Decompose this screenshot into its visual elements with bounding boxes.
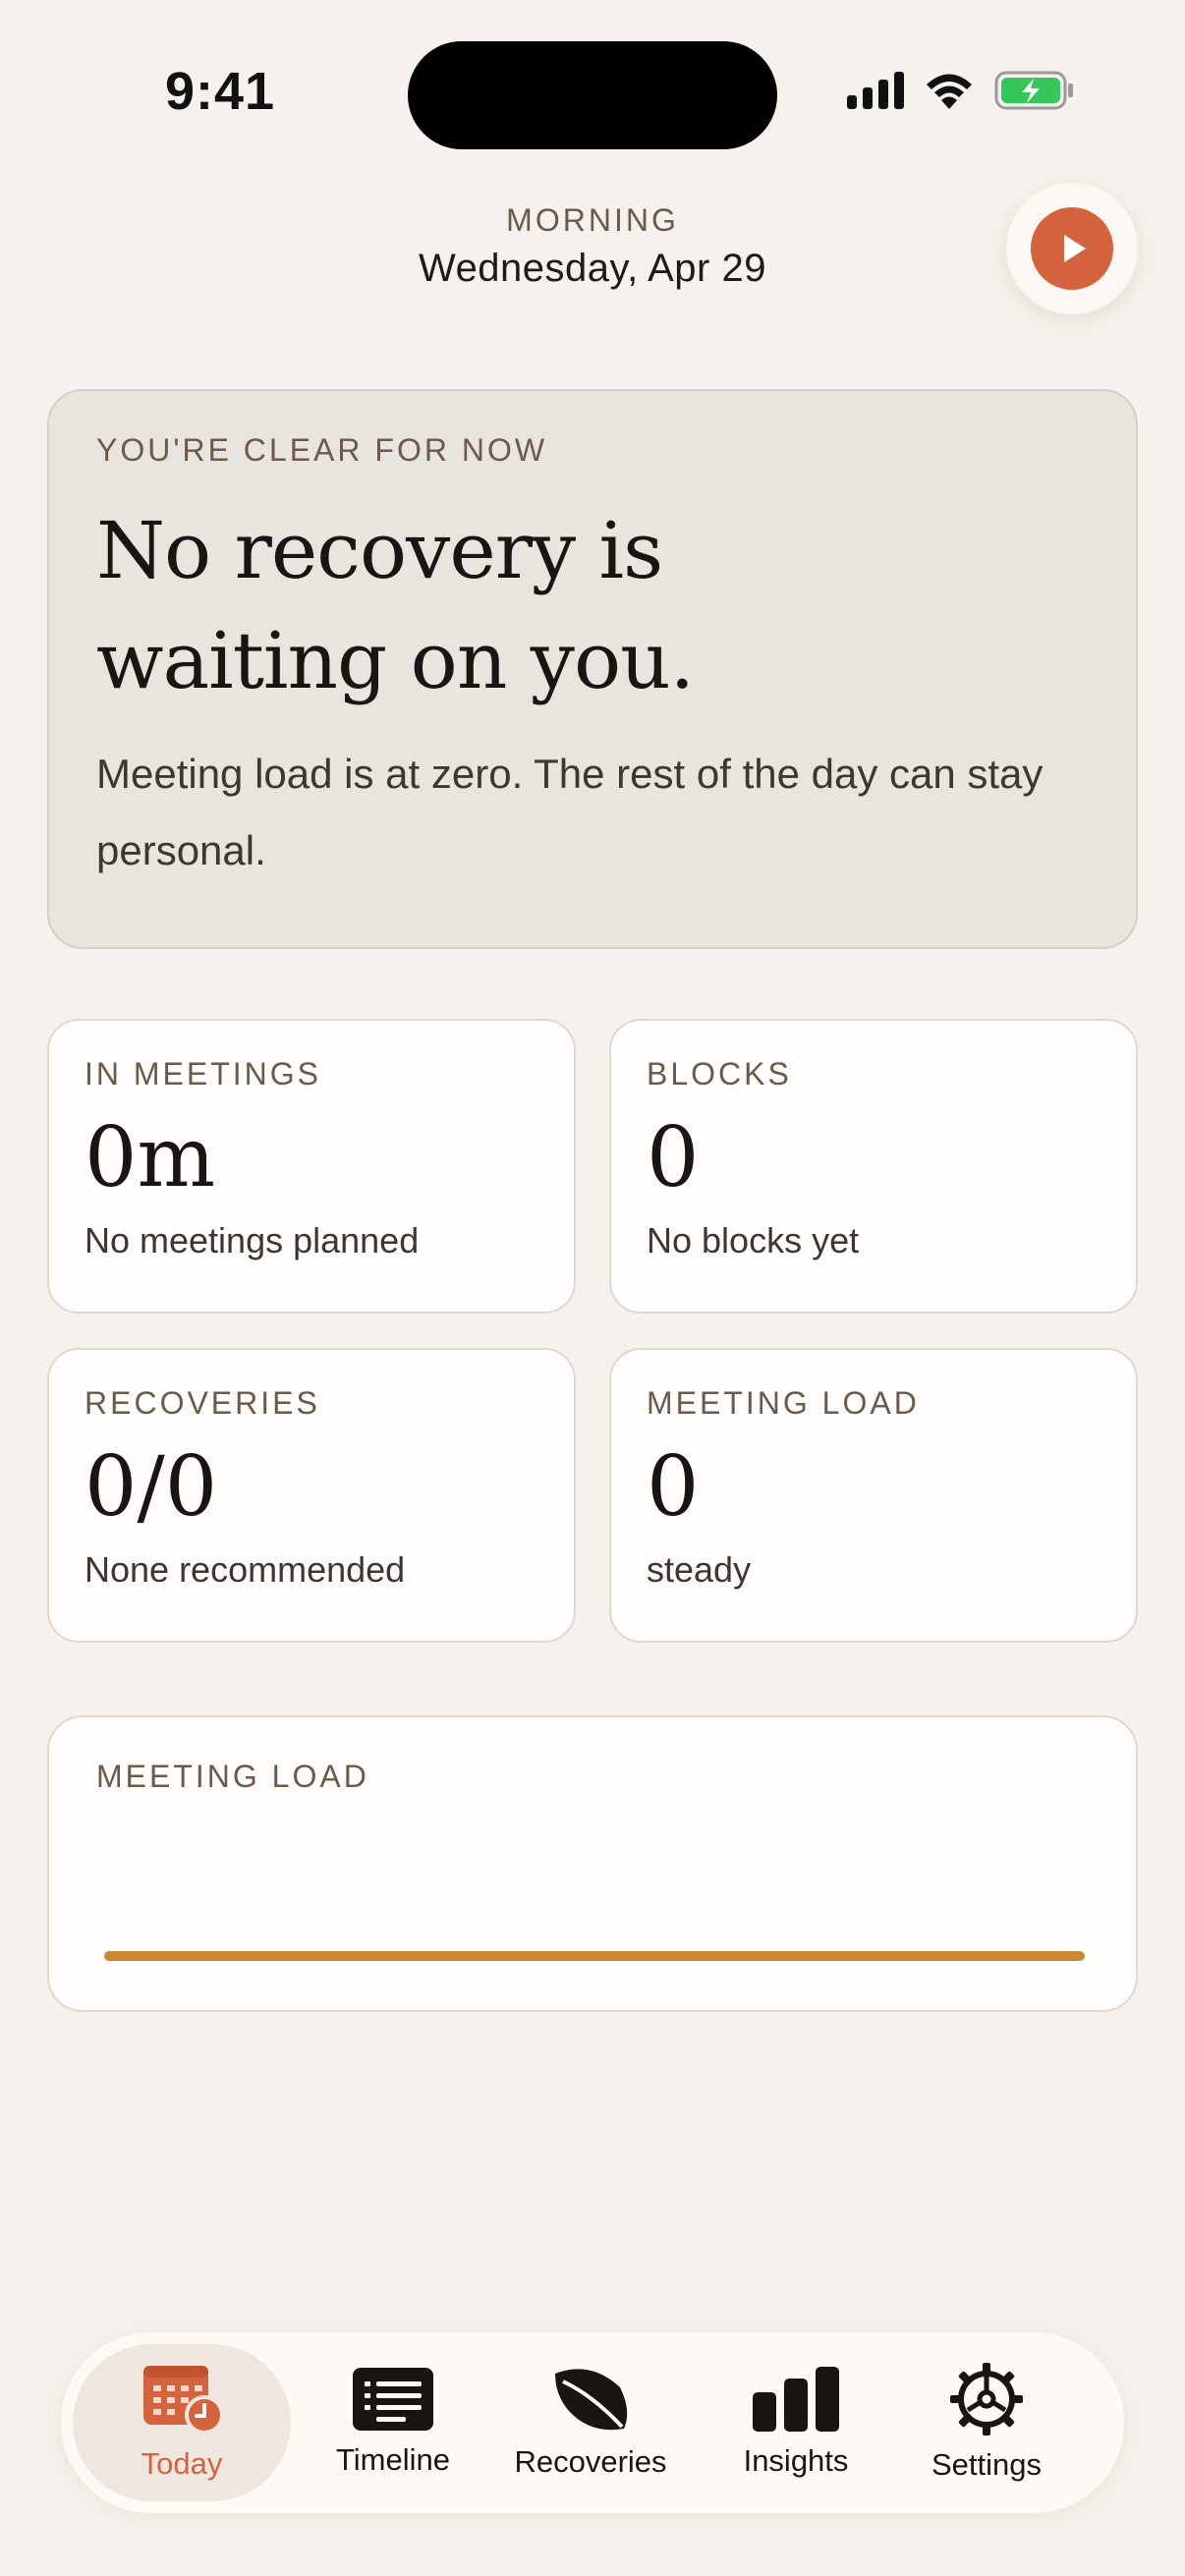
tab-insights[interactable]: Insights: [705, 2344, 886, 2501]
stat-subtitle: steady: [647, 1549, 752, 1590]
tab-timeline[interactable]: Timeline: [301, 2344, 485, 2501]
status-icons: [847, 71, 1075, 110]
status-hero-card: YOU'RE CLEAR FOR NOW No recovery is wait…: [47, 389, 1138, 949]
tab-label: Timeline: [336, 2442, 450, 2477]
stat-card-meeting-load[interactable]: MEETING LOAD 0 steady: [609, 1348, 1138, 1643]
dynamic-island: [408, 41, 777, 149]
meeting-load-line: [104, 1951, 1085, 1961]
stat-subtitle: No blocks yet: [647, 1220, 860, 1260]
meeting-load-label: MEETING LOAD: [96, 1759, 369, 1794]
stat-value: 0m: [85, 1109, 216, 1205]
stat-card-recoveries[interactable]: RECOVERIES 0/0 None recommended: [47, 1348, 576, 1643]
stat-subtitle: No meetings planned: [85, 1220, 420, 1260]
tab-recoveries[interactable]: Recoveries: [485, 2344, 696, 2501]
tab-label: Insights: [743, 2443, 849, 2478]
list-icon: [353, 2368, 433, 2431]
tab-label: Recoveries: [514, 2444, 667, 2479]
hero-eyebrow: YOU'RE CLEAR FOR NOW: [96, 432, 548, 468]
tab-bar: Today Timeline Recoveries Insights Setti…: [61, 2332, 1124, 2513]
stat-subtitle: None recommended: [85, 1549, 406, 1590]
meeting-load-card: MEETING LOAD: [47, 1715, 1138, 2012]
leaf-icon: [555, 2369, 628, 2431]
hero-description: Meeting load is at zero. The rest of the…: [96, 751, 1044, 873]
start-session-button[interactable]: [1006, 183, 1138, 314]
tab-today[interactable]: Today: [73, 2344, 291, 2501]
hero-title: No recovery is waiting on you.: [96, 505, 695, 706]
tab-settings[interactable]: Settings: [896, 2344, 1077, 2501]
stat-value: 0: [647, 1109, 700, 1205]
gear-icon: [950, 2363, 1023, 2436]
calendar-clock-icon: [143, 2366, 224, 2435]
stat-label: RECOVERIES: [85, 1385, 320, 1421]
signal-icon: [847, 72, 904, 109]
stat-card-in-meetings[interactable]: IN MEETINGS 0m No meetings planned: [47, 1019, 576, 1314]
stat-value: 0/0: [85, 1438, 218, 1535]
tab-label: Settings: [931, 2447, 1042, 2482]
stat-label: BLOCKS: [647, 1056, 792, 1092]
stat-value: 0: [647, 1438, 700, 1535]
wifi-icon: [927, 74, 972, 109]
battery-charging-icon: [994, 71, 1073, 110]
status-bar: 9:41: [0, 0, 1185, 196]
stat-label: IN MEETINGS: [85, 1056, 322, 1092]
tab-label: Today: [141, 2446, 223, 2481]
stat-card-blocks[interactable]: BLOCKS 0 No blocks yet: [609, 1019, 1138, 1314]
status-time: 9:41: [165, 62, 276, 121]
bar-chart-icon: [753, 2367, 839, 2432]
stat-label: MEETING LOAD: [647, 1385, 920, 1421]
play-icon: [1031, 207, 1113, 290]
